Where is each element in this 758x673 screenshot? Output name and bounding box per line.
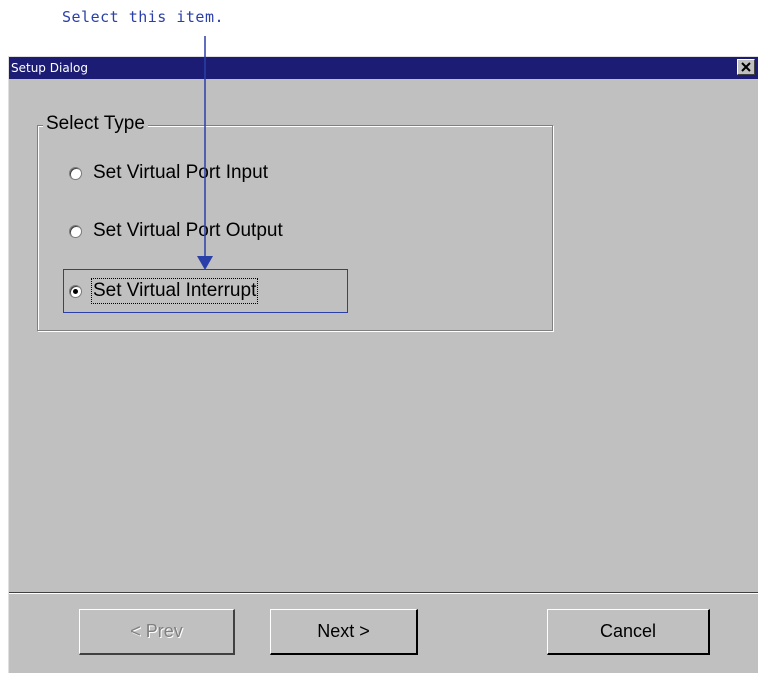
radio-option-port-output[interactable]: Set Virtual Port Output [69,217,283,245]
radio-button-selected[interactable] [69,284,82,298]
dialog-title: Setup Dialog [11,61,88,75]
close-button[interactable] [737,59,755,75]
radio-label: Set Virtual Interrupt [90,278,259,304]
radio-label: Set Virtual Port Input [93,162,268,183]
button-separator [9,592,758,594]
cancel-button[interactable]: Cancel [547,609,710,655]
next-button[interactable]: Next > [270,609,418,655]
radio-option-virtual-interrupt[interactable]: Set Virtual Interrupt [69,277,259,305]
radio-button[interactable] [69,166,82,180]
radio-button[interactable] [69,224,82,238]
radio-label: Set Virtual Port Output [93,220,283,241]
radio-option-port-input[interactable]: Set Virtual Port Input [69,159,268,187]
title-bar[interactable]: Setup Dialog [9,57,758,79]
setup-dialog: Setup Dialog Select Type Set Virtual Por… [8,56,758,673]
close-icon [741,62,751,72]
annotation-callout-text: Select this item. [62,8,225,26]
groupbox-legend: Select Type [43,113,148,135]
prev-button[interactable]: < Prev [79,609,235,655]
